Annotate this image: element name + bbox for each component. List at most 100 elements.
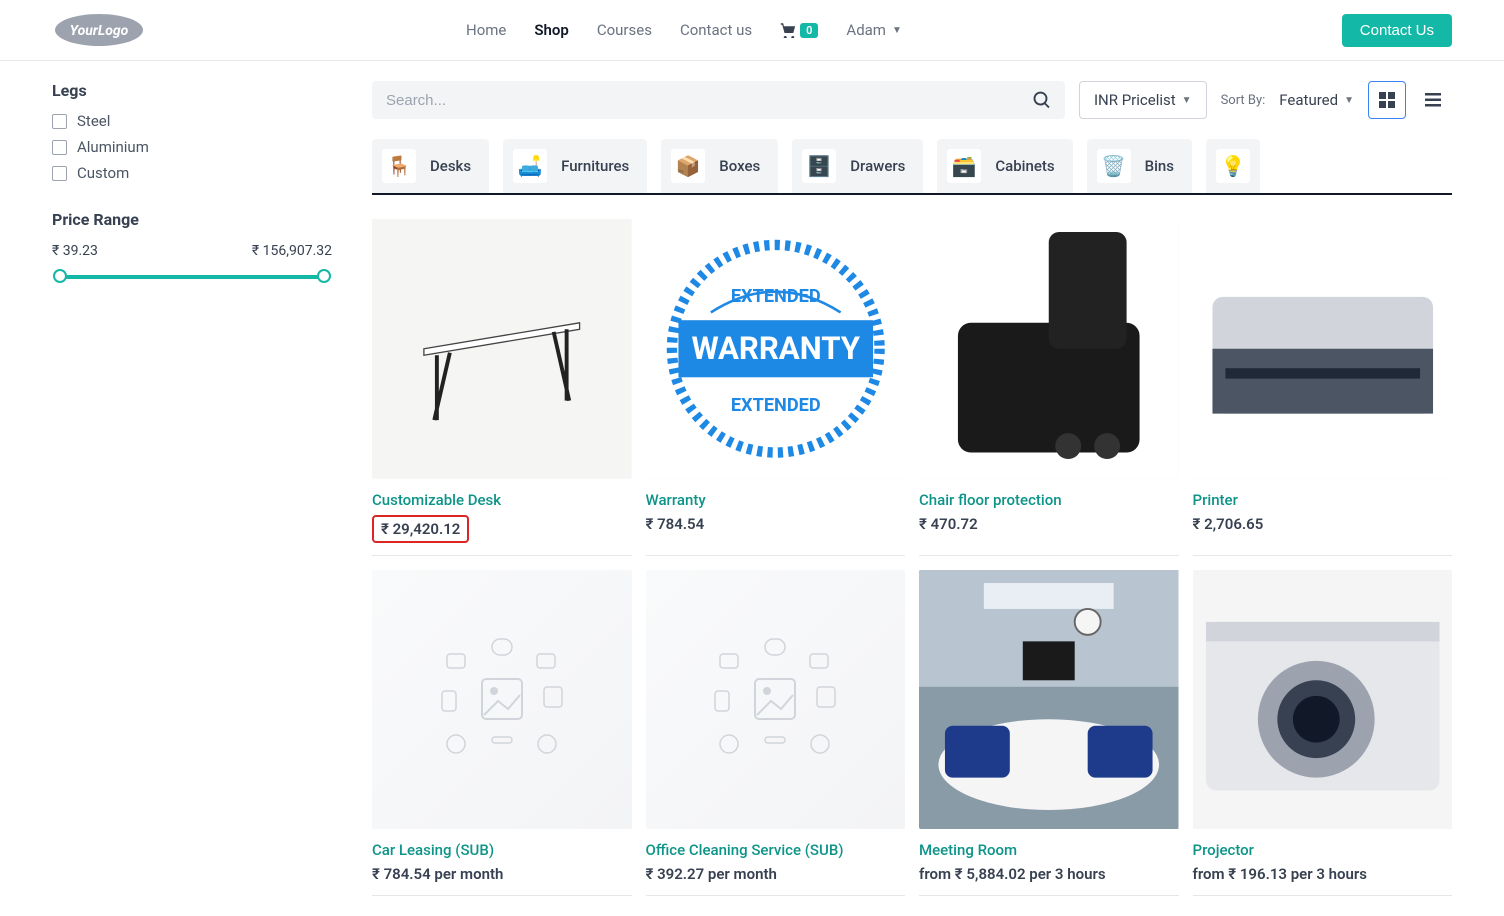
logo[interactable]: YourLogo: [52, 12, 146, 48]
product-card: Customizable Desk ₹ 29,420.12: [372, 219, 632, 556]
product-name[interactable]: Car Leasing (SUB): [372, 841, 632, 859]
list-view-button[interactable]: [1414, 81, 1452, 119]
pricelist-label: INR Pricelist: [1094, 91, 1176, 109]
product-card: Meeting Room from ₹ 5,884.02 per 3 hours: [919, 570, 1179, 897]
checkbox-aluminium[interactable]: Aluminium: [52, 138, 332, 156]
category-cabinets[interactable]: 🗃️ Cabinets: [937, 139, 1072, 193]
category-label: Drawers: [850, 157, 905, 175]
slider-handle-max[interactable]: [317, 269, 331, 283]
product-image[interactable]: [646, 570, 906, 830]
user-menu[interactable]: Adam ▼: [846, 21, 901, 39]
nav-home[interactable]: Home: [466, 21, 506, 39]
product-card: Car Leasing (SUB) ₹ 784.54 per month: [372, 570, 632, 897]
cart-icon: [780, 22, 798, 38]
svg-text:EXTENDED: EXTENDED: [730, 286, 820, 307]
filter-heading-price: Price Range: [52, 210, 332, 229]
price-slider[interactable]: [60, 275, 324, 279]
category-more[interactable]: 💡: [1206, 139, 1260, 193]
chevron-down-icon: ▼: [1344, 95, 1354, 106]
checkbox-label: Custom: [77, 164, 129, 182]
sortby-label: Sort By:: [1221, 93, 1266, 108]
nav-shop[interactable]: Shop: [534, 21, 568, 39]
cart-button[interactable]: 0: [780, 22, 818, 38]
category-bins[interactable]: 🗑️ Bins: [1087, 139, 1192, 193]
category-furnitures[interactable]: 🛋️ Furnitures: [503, 139, 647, 193]
checkbox-icon: [52, 166, 67, 181]
checkbox-icon: [52, 114, 67, 129]
category-label: Desks: [430, 157, 471, 175]
product-image[interactable]: [372, 570, 632, 830]
product-name[interactable]: Warranty: [646, 491, 906, 509]
category-desks[interactable]: 🪑 Desks: [372, 139, 489, 193]
sortby-value: Featured: [1279, 91, 1338, 109]
product-image[interactable]: [372, 219, 632, 479]
placeholder-icon: [646, 570, 906, 830]
product-card: Projector from ₹ 196.13 per 3 hours: [1193, 570, 1453, 897]
category-thumb: 🪑: [382, 149, 416, 183]
product-price: from ₹ 196.13 per 3 hours: [1193, 865, 1453, 883]
chevron-down-icon: ▼: [1182, 95, 1192, 106]
product-name[interactable]: Office Cleaning Service (SUB): [646, 841, 906, 859]
product-image[interactable]: [919, 570, 1179, 830]
product-card: WARRANTY EXTENDED EXTENDED Warranty ₹ 784.…: [646, 219, 906, 556]
product-image[interactable]: [1193, 570, 1453, 830]
slider-handle-min[interactable]: [53, 269, 67, 283]
grid-icon: [1379, 92, 1395, 108]
product-price-wrapper: ₹ 29,420.12: [372, 515, 632, 543]
svg-text:EXTENDED: EXTENDED: [730, 395, 820, 416]
nav-contact[interactable]: Contact us: [680, 21, 752, 39]
product-image[interactable]: [1193, 219, 1453, 479]
category-thumb: 💡: [1216, 149, 1250, 183]
category-thumb: 🗑️: [1097, 149, 1131, 183]
grid-view-button[interactable]: [1368, 81, 1406, 119]
user-name: Adam: [846, 21, 886, 39]
checkbox-icon: [52, 140, 67, 155]
product-card: Chair floor protection ₹ 470.72: [919, 219, 1179, 556]
search-box: [372, 81, 1065, 119]
product-name[interactable]: Customizable Desk: [372, 491, 632, 509]
product-price: ₹ 2,706.65: [1193, 515, 1453, 533]
category-label: Bins: [1145, 157, 1174, 175]
svg-text:YourLogo: YourLogo: [70, 23, 129, 39]
filter-legs: Legs Steel Aluminium Custom: [52, 81, 332, 182]
product-name[interactable]: Chair floor protection: [919, 491, 1179, 509]
search-input[interactable]: [386, 92, 1033, 109]
product-price: ₹ 470.72: [919, 515, 1179, 533]
product-image[interactable]: WARRANTY EXTENDED EXTENDED: [646, 219, 906, 479]
list-icon: [1425, 93, 1441, 107]
product-card: Office Cleaning Service (SUB) ₹ 392.27 p…: [646, 570, 906, 897]
toolbar: INR Pricelist ▼ Sort By: Featured ▼: [372, 81, 1452, 119]
search-icon[interactable]: [1033, 91, 1051, 109]
sidebar: Legs Steel Aluminium Custom Price Range …: [52, 81, 332, 896]
products-grid: Customizable Desk ₹ 29,420.12 WARRANTY EX…: [372, 219, 1452, 896]
product-name[interactable]: Printer: [1193, 491, 1453, 509]
category-label: Furnitures: [561, 157, 629, 175]
category-boxes[interactable]: 📦 Boxes: [661, 139, 778, 193]
product-price: ₹ 784.54: [646, 515, 906, 533]
content: INR Pricelist ▼ Sort By: Featured ▼ 🪑: [372, 81, 1452, 896]
header: YourLogo Home Shop Courses Contact us 0 …: [0, 0, 1504, 61]
nav-courses[interactable]: Courses: [597, 21, 652, 39]
category-label: Boxes: [719, 157, 760, 175]
price-min: ₹ 39.23: [52, 243, 98, 259]
sortby-dropdown[interactable]: Featured ▼: [1279, 91, 1354, 109]
checkbox-label: Aluminium: [77, 138, 149, 156]
product-name[interactable]: Projector: [1193, 841, 1453, 859]
categories: 🪑 Desks 🛋️ Furnitures 📦 Boxes 🗄️ Drawers…: [372, 139, 1452, 195]
product-name[interactable]: Meeting Room: [919, 841, 1179, 859]
product-price: ₹ 392.27 per month: [646, 865, 906, 883]
nav: Home Shop Courses Contact us 0 Adam ▼: [466, 21, 902, 39]
product-price: ₹ 29,420.12: [372, 515, 469, 543]
product-image[interactable]: [919, 219, 1179, 479]
filter-price: Price Range ₹ 39.23 ₹ 156,907.32: [52, 210, 332, 279]
checkbox-custom[interactable]: Custom: [52, 164, 332, 182]
contact-us-button[interactable]: Contact Us: [1342, 14, 1452, 47]
checkbox-label: Steel: [77, 112, 110, 130]
category-thumb: 🗄️: [802, 149, 836, 183]
pricelist-dropdown[interactable]: INR Pricelist ▼: [1079, 81, 1207, 119]
filter-heading-legs: Legs: [52, 81, 332, 100]
category-drawers[interactable]: 🗄️ Drawers: [792, 139, 923, 193]
product-price: ₹ 784.54 per month: [372, 865, 632, 883]
svg-text:WARRANTY: WARRANTY: [691, 330, 860, 367]
checkbox-steel[interactable]: Steel: [52, 112, 332, 130]
